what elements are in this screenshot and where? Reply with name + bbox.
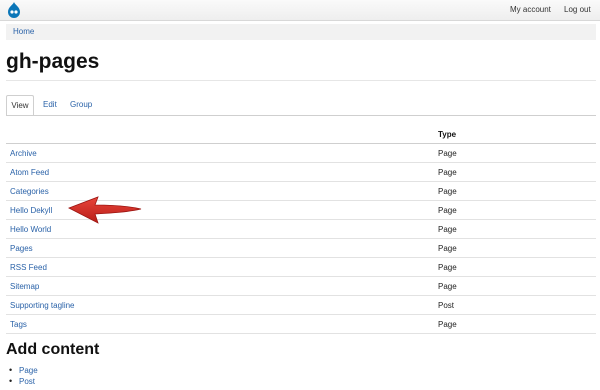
row-title-link[interactable]: Supporting tagline [10,301,75,310]
row-type: Page [438,206,457,215]
type-column-header: Type [438,130,457,139]
tabs-divider [6,115,596,116]
add-page-link[interactable]: Page [19,366,38,375]
add-content-list: Page Post [6,365,38,388]
breadcrumb-home-link[interactable]: Home [13,27,34,36]
row-type: Page [438,225,457,234]
row-type: Page [438,244,457,253]
top-toolbar: My account Log out [0,0,600,21]
drupal-drop-icon[interactable] [7,2,21,18]
table-row: Tags Page [6,315,596,334]
title-divider [6,80,596,81]
row-title-link[interactable]: RSS Feed [10,263,47,272]
row-title-link[interactable]: Atom Feed [10,168,49,177]
table-row: Pages Page [6,239,596,258]
my-account-link[interactable]: My account [510,5,551,14]
table-row: Supporting tagline Post [6,296,596,315]
table-row: Archive Page [6,144,596,163]
row-type: Page [438,320,457,329]
row-type: Page [438,282,457,291]
row-type: Page [438,149,457,158]
row-type: Page [438,168,457,177]
row-title-link[interactable]: Hello Dekyll [10,206,52,215]
content-table: Archive Page Atom Feed Page Categories P… [6,144,596,334]
add-content-heading: Add content [6,341,100,358]
row-title-link[interactable]: Pages [10,244,33,253]
log-out-link[interactable]: Log out [564,5,591,14]
table-row: Atom Feed Page [6,163,596,182]
row-type: Page [438,187,457,196]
row-type: Page [438,263,457,272]
row-type: Post [438,301,455,310]
red-arrow-icon [68,196,142,224]
row-title-link[interactable]: Archive [10,149,37,158]
tab-view[interactable]: View [6,95,34,116]
table-row: RSS Feed Page [6,258,596,277]
row-title-link[interactable]: Categories [10,187,49,196]
row-title-link[interactable]: Tags [10,320,27,329]
breadcrumb: Home [6,24,596,40]
add-post-link[interactable]: Post [19,377,35,386]
primary-tabs: View Edit Group [6,95,596,116]
tab-group[interactable]: Group [70,95,92,115]
tab-edit[interactable]: Edit [43,95,57,115]
row-title-link[interactable]: Hello World [10,225,51,234]
list-item: Post [6,376,38,388]
row-title-link[interactable]: Sitemap [10,282,39,291]
page-title: gh-pages [6,50,100,73]
table-row: Sitemap Page [6,277,596,296]
